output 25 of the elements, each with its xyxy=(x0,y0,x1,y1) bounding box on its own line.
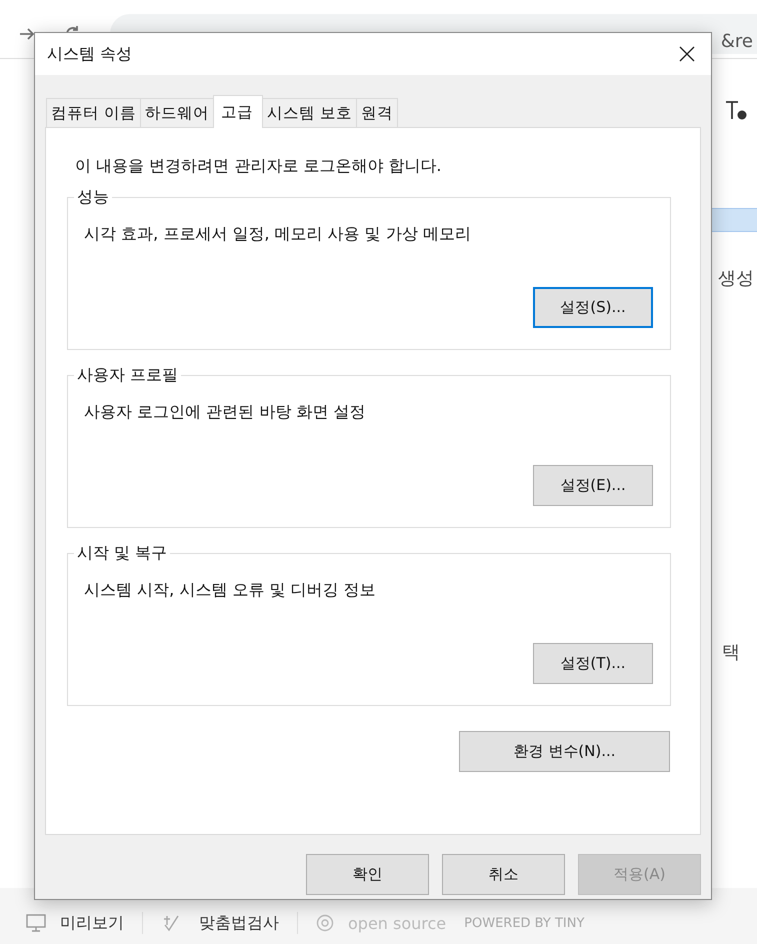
environment-variables-button[interactable]: 환경 변수(N)... xyxy=(459,731,670,772)
settings-button[interactable]: 설정(T)... xyxy=(533,643,653,684)
tab[interactable]: 컴퓨터 이름 xyxy=(46,98,141,127)
dialog-button[interactable]: 취소 xyxy=(442,854,565,895)
footer-text: POWERED BY TINY xyxy=(464,916,584,930)
dialog-button[interactable]: 확인 xyxy=(306,854,429,895)
group-description: 시스템 시작, 시스템 오류 및 디버깅 정보 xyxy=(84,580,377,601)
notice-text: 이 내용을 변경하려면 관리자로 로그온해야 합니다. xyxy=(75,156,443,177)
tab[interactable]: 원격 xyxy=(356,98,398,127)
editor-text: 생성 xyxy=(718,267,754,290)
tab[interactable]: 고급 xyxy=(212,95,263,128)
group-description: 사용자 로그인에 관련된 바탕 화면 설정 xyxy=(84,402,366,423)
monitor-icon[interactable] xyxy=(26,914,46,932)
footer-text: open source xyxy=(348,914,446,932)
window-title: 시스템 속성 xyxy=(47,44,132,64)
selection-highlight xyxy=(712,208,757,232)
text-style-icon[interactable] xyxy=(725,100,747,120)
editor-text: 택 xyxy=(722,641,740,664)
close-icon[interactable] xyxy=(679,46,695,62)
spellcheck-button[interactable]: 맞춤법검사 xyxy=(199,912,279,934)
group-description: 시각 효과, 프로세서 일정, 메모리 사용 및 가상 메모리 xyxy=(84,224,472,245)
preview-button[interactable]: 미리보기 xyxy=(60,912,124,934)
settings-button[interactable]: 설정(S)... xyxy=(533,287,653,328)
settings-button[interactable]: 설정(E)... xyxy=(533,465,653,506)
open-source-icon xyxy=(316,914,334,932)
